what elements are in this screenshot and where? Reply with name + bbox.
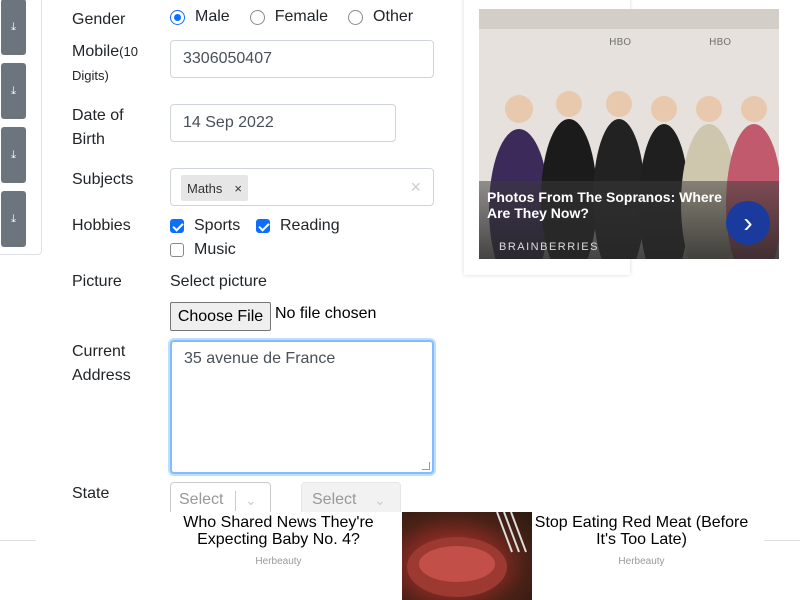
mobile-label-text: Mobile	[72, 43, 120, 60]
mobile-input[interactable]: 3306050407	[170, 40, 434, 78]
gender-label: Gender	[72, 11, 126, 28]
current-address-value: 35 avenue de France	[184, 350, 336, 367]
checkbox-music[interactable]	[170, 243, 184, 257]
resize-handle-icon[interactable]	[422, 462, 430, 470]
hobby-reading-option[interactable]: Reading	[256, 214, 340, 238]
hobbies-label: Hobbies	[72, 217, 131, 234]
radio-female[interactable]	[249, 9, 265, 25]
svg-text:HBO: HBO	[609, 37, 631, 48]
subject-chip-label: Maths	[187, 180, 223, 196]
gender-female-label[interactable]: Female	[275, 8, 328, 26]
gender-male-label[interactable]: Male	[195, 8, 230, 26]
gender-other-label[interactable]: Other	[373, 8, 413, 26]
picture-label: Picture	[72, 273, 122, 290]
practice-form-page: ⤓ ⤓ ⤓ ⤓ Gender Male Female Other Mobile(…	[0, 0, 800, 600]
dob-label: Date of Birth	[72, 107, 124, 148]
hobby-music-option[interactable]: Music	[170, 238, 236, 262]
current-address-label: Current Address	[72, 343, 131, 384]
choose-file-button[interactable]: Choose File	[170, 302, 271, 331]
gender-radio-group: Male Female Other	[170, 8, 433, 26]
date-of-birth-input[interactable]: 14 Sep 2022	[170, 104, 396, 142]
select-picture-label: Select picture	[170, 273, 267, 290]
hobby-reading-label[interactable]: Reading	[280, 214, 340, 238]
subjects-label: Subjects	[72, 171, 134, 188]
bottom-ad-banner[interactable]: Who Shared News They're Expecting Baby N…	[36, 511, 764, 600]
steak-photo	[407, 511, 527, 597]
download-icon[interactable]: ⤓	[1, 191, 26, 247]
ad-right-headline[interactable]: Stop Eating Red Meat (Before It's Too La…	[534, 514, 749, 548]
left-sidebar: ⤓ ⤓ ⤓ ⤓	[0, 0, 42, 255]
checkbox-reading[interactable]	[256, 219, 270, 233]
mobile-label: Mobile(10 Digits)	[72, 40, 162, 88]
download-icon[interactable]: ⤓	[1, 63, 26, 119]
file-status: No file chosen	[275, 305, 377, 322]
clear-icon[interactable]: ×	[410, 177, 421, 198]
radio-other[interactable]	[348, 9, 364, 25]
chip-remove-icon[interactable]: ×	[228, 181, 248, 196]
subjects-input[interactable]: Maths × ×	[170, 168, 434, 206]
radio-male[interactable]	[170, 9, 185, 25]
ad-caption[interactable]: Photos From The Sopranos: Where Are They…	[479, 181, 779, 259]
ad-right-source: Herbeauty	[618, 556, 665, 567]
checkbox-sports[interactable]	[170, 219, 184, 233]
ad-left-headline[interactable]: Who Shared News They're Expecting Baby N…	[176, 514, 381, 548]
hobby-sports-option[interactable]: Sports	[170, 214, 240, 238]
chevron-down-icon[interactable]: ⌄	[245, 492, 257, 509]
ad-source: BRAINBERRIES	[499, 241, 599, 253]
chevron-down-icon[interactable]: ⌄	[374, 492, 386, 509]
gender-female-option[interactable]: Female	[249, 8, 328, 26]
select-separator	[235, 491, 236, 511]
hobby-music-label[interactable]: Music	[194, 238, 236, 262]
hobby-sports-label[interactable]: Sports	[194, 214, 240, 238]
state-label: State	[72, 485, 110, 502]
ad-image[interactable]: HBO HBO Photos From The Sopranos: Where A…	[479, 9, 779, 259]
gender-other-option[interactable]: Other	[348, 8, 413, 26]
download-icon[interactable]: ⤓	[1, 0, 26, 55]
download-icon[interactable]: ⤓	[1, 127, 26, 183]
ad-steak-image[interactable]	[402, 511, 532, 600]
ad-left-source: Herbeauty	[255, 556, 302, 567]
chevron-right-icon[interactable]: ›	[726, 201, 770, 245]
svg-text:HBO: HBO	[709, 37, 731, 48]
subject-chip: Maths ×	[181, 175, 248, 201]
ad-headline[interactable]: Photos From The Sopranos: Where Are They…	[487, 189, 727, 221]
current-address-input[interactable]: 35 avenue de France	[170, 340, 434, 474]
gender-male-option[interactable]: Male	[170, 8, 230, 26]
